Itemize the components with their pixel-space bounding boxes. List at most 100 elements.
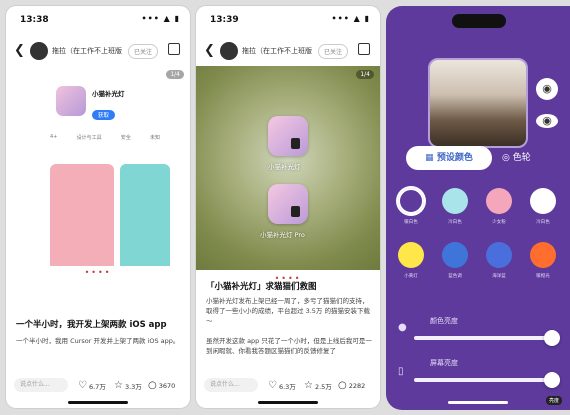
home-indicator: [258, 401, 318, 404]
status-bar: 13:39 ••• ▲ ▮: [196, 6, 380, 30]
color-brightness-knob[interactable]: [544, 330, 560, 346]
comment-input[interactable]: 说点什么...: [14, 378, 68, 392]
color-wheel-icon: ◎: [502, 153, 510, 163]
back-icon[interactable]: ❮: [204, 43, 215, 58]
status-time: 13:38: [20, 15, 49, 25]
screen-brightness-label: 屏幕亮度: [430, 359, 458, 367]
app-label: 小猫补光灯: [268, 163, 301, 171]
follow-button[interactable]: 已关注: [318, 44, 349, 59]
post-body-paragraph-1: 小猫补光灯发布上架已经一周了，多亏了猫猫们的支持，取得了一些小小的成绩，平台超过…: [206, 297, 370, 325]
post-body: 一个半小时，我用 Cursor 开发并上架了两款 iOS app。: [16, 337, 180, 345]
page-indicator: 1/4: [166, 70, 184, 79]
swatch-dot: [486, 242, 512, 268]
status-time: 13:39: [210, 15, 239, 25]
swatch-label: 小黄灯: [404, 273, 418, 279]
swatch-dot: [530, 242, 556, 268]
mini-stat: 安全: [120, 135, 131, 141]
share-icon[interactable]: [358, 43, 370, 55]
middle-phone-screenshot: 13:39 ••• ▲ ▮ ❮ 拖拉（在工作不上班版 已关注 小猫补光灯 小猫补…: [196, 6, 380, 408]
camera-switch-icon[interactable]: ◉: [536, 114, 558, 128]
tab-color-wheel[interactable]: ◎ 色轮: [502, 146, 531, 170]
swatch[interactable]: 冷白色: [530, 188, 556, 225]
swatch-label: 冷白色: [536, 219, 550, 225]
collect-button[interactable]: ☆ 3.3万: [114, 380, 142, 391]
swatch[interactable]: 暖橙光: [530, 242, 556, 279]
swatch[interactable]: 冷白色: [442, 188, 468, 225]
comment-count: 3670: [158, 381, 176, 390]
share-icon[interactable]: [168, 43, 180, 55]
back-icon[interactable]: ❮: [14, 43, 25, 58]
screenshot-collage: 13:38 ••• ▲ ▮ ❮ 拖拉（在工作不上班版 已关注 小猫补光灯 获取 …: [0, 0, 570, 415]
author-name[interactable]: 拖拉（在工作不上班版: [242, 46, 312, 56]
comment-button[interactable]: ○ 3670: [148, 380, 175, 391]
mini-stat: 设计与工具: [76, 135, 102, 141]
avatar[interactable]: [220, 42, 238, 60]
left-phone-screenshot: 13:38 ••• ▲ ▮ ❮ 拖拉（在工作不上班版 已关注 小猫补光灯 获取 …: [6, 6, 190, 408]
tab-preset-colors-label: 预设颜色: [436, 153, 473, 163]
app-store-screenshot: 小猫补光灯 获取 4+ 设计与工具 安全 未知: [36, 66, 170, 266]
star-icon: ☆: [114, 380, 123, 391]
swatch[interactable]: 蓝色调: [442, 242, 468, 279]
like-count: 6.3万: [278, 382, 296, 391]
swatch-label: 暖白色: [404, 219, 418, 225]
page-indicator: 1/4: [356, 70, 374, 79]
avatar[interactable]: [30, 42, 48, 60]
app-icon: [56, 86, 86, 116]
like-button[interactable]: ♡ 6.7万: [78, 380, 106, 391]
post-title: 「小猫补光灯」求猫猫们救图: [206, 282, 317, 292]
carousel-dots: ••••: [84, 268, 112, 277]
post-body-paragraph-2: 虽然开发这款 app 只花了一个小时，但是上线后我可是一到闲暇就、你看我答题区猫…: [206, 337, 372, 355]
swatch[interactable]: 小黄灯: [398, 242, 424, 279]
swatch-dot: [486, 188, 512, 214]
swatch-dot: [442, 188, 468, 214]
swatch[interactable]: 暖白色: [398, 188, 424, 225]
phone-icon: ▯: [398, 366, 404, 377]
camera-preview: [428, 58, 528, 148]
camera-icon[interactable]: ◉: [536, 78, 558, 100]
swatch-dot: [530, 188, 556, 214]
swatch[interactable]: 海洋蓝: [486, 242, 512, 279]
swatch-dot: [398, 242, 424, 268]
like-count: 6.7万: [88, 382, 106, 391]
color-brightness-slider[interactable]: [414, 336, 558, 340]
preview-screenshot-pink: [50, 164, 114, 266]
post-title: 一个半小时，我开发上架两款 iOS app: [16, 320, 167, 330]
post-image[interactable]: 小猫补光灯 小猫补光灯 Pro 1/4: [196, 66, 380, 270]
comment-button[interactable]: ○ 2282: [338, 380, 365, 391]
collect-count: 3.3万: [124, 382, 142, 391]
status-icons: ••• ▲ ▮: [141, 14, 180, 23]
app-icon-pro: [268, 184, 308, 224]
post-nav-bar: ❮ 拖拉（在工作不上班版 已关注: [6, 38, 190, 66]
tab-color-wheel-label: 色轮: [512, 153, 531, 163]
mini-stat: 4+: [50, 134, 58, 140]
swatch-label: 冷白色: [448, 219, 462, 225]
tab-preset-colors[interactable]: ▦ 预设颜色: [406, 146, 492, 170]
heart-icon: ♡: [78, 380, 87, 391]
comment-icon: ○: [338, 380, 347, 391]
post-action-bar: 说点什么... ♡ 6.3万 ☆ 2.5万 ○ 2282: [196, 374, 380, 398]
brightness-label: 颜色亮度: [430, 317, 458, 325]
screen-brightness-knob[interactable]: [544, 372, 560, 388]
dynamic-island: [452, 14, 506, 28]
like-button[interactable]: ♡ 6.3万: [268, 380, 296, 391]
collect-count: 2.5万: [314, 382, 332, 391]
post-image[interactable]: 小猫补光灯 获取 4+ 设计与工具 安全 未知 1/4: [6, 66, 190, 266]
get-button: 获取: [92, 110, 116, 120]
collect-button[interactable]: ☆ 2.5万: [304, 380, 332, 391]
comment-input[interactable]: 说点什么...: [204, 378, 258, 392]
app-label-pro: 小猫补光灯 Pro: [260, 231, 305, 239]
swatch-label: 蓝色调: [448, 273, 462, 279]
swatch[interactable]: 少女粉: [486, 188, 512, 225]
comment-icon: ○: [148, 380, 157, 391]
screen-brightness-slider[interactable]: [414, 378, 558, 382]
swatch-label: 暖橙光: [536, 273, 550, 279]
swatch-label: 海洋蓝: [492, 273, 506, 279]
follow-button[interactable]: 已关注: [128, 44, 159, 59]
brightness-badge: 亮度: [545, 396, 562, 405]
home-indicator: [68, 401, 128, 404]
author-name[interactable]: 拖拉（在工作不上班版: [52, 46, 122, 56]
home-indicator: [448, 401, 508, 404]
swatch-label: 少女粉: [492, 219, 506, 225]
grid-icon: ▦: [425, 153, 434, 163]
heart-icon: ♡: [268, 380, 277, 391]
